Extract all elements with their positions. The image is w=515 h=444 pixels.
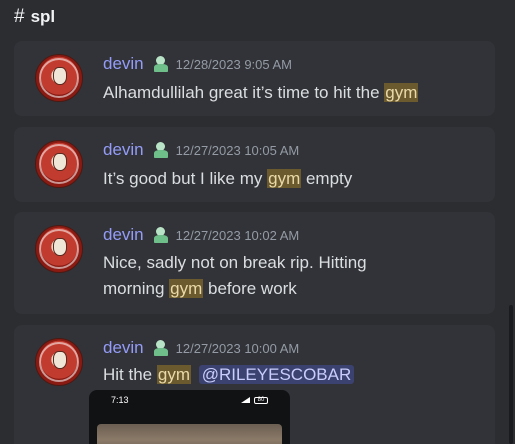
signal-icon: [241, 397, 250, 403]
search-highlight: gym: [156, 365, 191, 384]
attachment-photo: [97, 424, 282, 444]
message-text: empty: [301, 169, 353, 188]
hash-icon: #: [14, 6, 25, 27]
channel-name[interactable]: spl: [31, 7, 56, 27]
phone-time: 7:13: [111, 395, 129, 405]
search-highlight: gym: [267, 169, 302, 188]
message-text: Alhamdullilah great it’s time to hit the: [103, 83, 385, 102]
avatar[interactable]: [35, 54, 83, 102]
role-badge-icon: [152, 141, 170, 159]
phone-status-bar: 7:13 80: [89, 390, 290, 410]
timestamp: 12/27/2023 10:00 AM: [175, 340, 300, 356]
role-badge-icon: [152, 226, 170, 244]
scrollbar[interactable]: [509, 305, 513, 444]
message-text: It’s good but I like my: [103, 169, 268, 188]
search-highlight: gym: [169, 279, 204, 298]
user-mention[interactable]: @RILEYESCOBAR: [198, 365, 355, 384]
search-highlight: gym: [384, 83, 419, 102]
author-name[interactable]: devin: [103, 140, 144, 160]
message-text: Hit the: [103, 365, 157, 384]
message-text: before work: [203, 279, 297, 298]
search-result-message[interactable]: devin 12/28/2023 9:05 AM Alhamdullilah g…: [14, 41, 495, 116]
timestamp: 12/27/2023 10:05 AM: [175, 142, 300, 158]
message-content: Nice, sadly not on break rip. Hitting mo…: [103, 250, 423, 302]
role-badge-icon: [152, 339, 170, 357]
avatar[interactable]: [35, 140, 83, 188]
author-name[interactable]: devin: [103, 225, 144, 245]
message-text: [191, 365, 196, 384]
channel-header: # spl: [0, 0, 515, 34]
image-attachment[interactable]: 7:13 80: [89, 390, 290, 444]
timestamp: 12/27/2023 10:02 AM: [175, 227, 300, 243]
search-result-message[interactable]: devin 12/27/2023 10:05 AM It’s good but …: [14, 127, 495, 202]
author-name[interactable]: devin: [103, 54, 144, 74]
avatar[interactable]: [35, 338, 83, 386]
search-result-message[interactable]: devin 12/27/2023 10:02 AM Nice, sadly no…: [14, 212, 495, 314]
message-content: It’s good but I like my gym empty: [103, 166, 483, 192]
message-content: Alhamdullilah great it’s time to hit the…: [103, 80, 483, 106]
avatar[interactable]: [35, 225, 83, 273]
battery-icon: 80: [254, 396, 268, 404]
author-name[interactable]: devin: [103, 338, 144, 358]
message-content: Hit the gym @RILEYESCOBAR: [103, 362, 483, 388]
role-badge-icon: [152, 55, 170, 73]
timestamp: 12/28/2023 9:05 AM: [175, 56, 293, 72]
